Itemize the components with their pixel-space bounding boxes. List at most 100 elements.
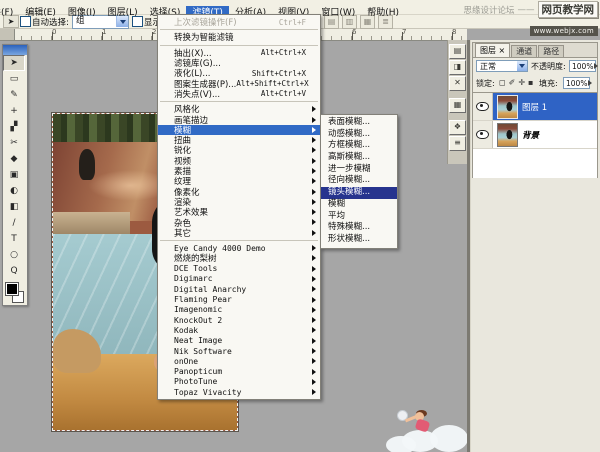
- filter-menu-item-label: Flaming Pear: [174, 295, 232, 304]
- menu-separator: [160, 29, 318, 30]
- panel-tab-2[interactable]: 通道: [511, 45, 537, 57]
- filter-menu-item-shortcut: Alt+Ctrl+V: [261, 89, 314, 98]
- filter-menu-item[interactable]: onOne: [158, 356, 320, 366]
- site-branding: 思缘设计论坛 —— 网页教学网 www.webjx.com: [463, 1, 598, 37]
- lasso-tool[interactable]: ✎: [3, 87, 25, 103]
- submenu-arrow-icon: [312, 348, 316, 354]
- filter-menu-item-shortcut: Alt+Ctrl+X: [261, 48, 314, 57]
- dropdown-arrow-icon[interactable]: [517, 61, 527, 71]
- submenu-arrow-icon: [312, 379, 316, 385]
- filter-menu-item[interactable]: Neat Image: [158, 336, 320, 346]
- dock-panel-button-1[interactable]: ▤: [449, 44, 466, 59]
- menu-item-1[interactable]: 文件(F): [0, 6, 19, 20]
- filter-menu-item[interactable]: Flaming Pear: [158, 294, 320, 304]
- blur-submenu-item[interactable]: 形状模糊...: [321, 234, 397, 246]
- filter-menu-item[interactable]: DCE Tools: [158, 264, 320, 274]
- blur-submenu-item[interactable]: 特殊模糊...: [321, 222, 397, 234]
- dock-panel-button-3[interactable]: ✕: [449, 76, 466, 91]
- filter-menu-item[interactable]: 消失点(V)...Alt+Ctrl+V: [158, 89, 320, 99]
- foreground-color-swatch[interactable]: [6, 283, 18, 295]
- filter-menu-item[interactable]: 上次滤镜操作(F)Ctrl+F: [158, 17, 320, 27]
- ruler-number: 7: [402, 28, 406, 36]
- menu-item-4[interactable]: 图层(L): [102, 6, 144, 20]
- panel-tab-3[interactable]: 路径: [538, 45, 564, 57]
- blend-mode-row: 正常 不透明度: 100%: [473, 58, 597, 75]
- layers-panel: 图层 ×通道路径 正常 不透明度: 100% 锁定: ◻✐✛▪ 填充: 100%…: [472, 42, 598, 178]
- blur-submenu-item[interactable]: 表面模糊...: [321, 117, 397, 129]
- filter-menu-item[interactable]: 其它: [158, 228, 320, 238]
- opacity-input[interactable]: 100%: [569, 60, 596, 72]
- blur-submenu-item[interactable]: 径向模糊...: [321, 175, 397, 187]
- submenu-arrow-icon: [312, 369, 316, 375]
- filter-menu-item[interactable]: KnockOut 2: [158, 315, 320, 325]
- layer-thumbnail[interactable]: [497, 95, 518, 119]
- toolbox-grip[interactable]: [3, 45, 27, 55]
- healing-brush-tool[interactable]: ◆: [3, 151, 25, 167]
- submenu-arrow-icon: [312, 106, 316, 112]
- layer-row[interactable]: 图层 1: [473, 93, 597, 121]
- zoom-tool[interactable]: Q: [3, 263, 25, 279]
- blur-submenu-item[interactable]: 镜头模糊...: [321, 187, 397, 199]
- menu-item-3[interactable]: 图像(I): [62, 6, 102, 20]
- move-tool[interactable]: ➤: [3, 55, 25, 71]
- menu-item-9[interactable]: 窗口(W): [315, 6, 361, 20]
- blur-submenu-item[interactable]: 动感模糊...: [321, 129, 397, 141]
- fill-input[interactable]: 100%: [563, 77, 590, 89]
- submenu-arrow-icon: [312, 286, 316, 292]
- magic-wand-tool[interactable]: +: [3, 103, 25, 119]
- blur-submenu-item[interactable]: 方框模糊...: [321, 140, 397, 152]
- filter-menu-item[interactable]: Nik Software: [158, 346, 320, 356]
- eye-icon[interactable]: [476, 102, 489, 111]
- blur-submenu-item[interactable]: 平均: [321, 211, 397, 223]
- filter-menu-item[interactable]: Kodak: [158, 325, 320, 335]
- filter-menu-item[interactable]: 燃烧的梨树: [158, 253, 320, 263]
- blend-mode-select[interactable]: 正常: [476, 60, 528, 72]
- filter-menu-item[interactable]: 转换为智能滤镜: [158, 32, 320, 42]
- lock-icon[interactable]: ◻: [499, 77, 506, 89]
- panel-tab-1[interactable]: 图层 ×: [475, 43, 510, 57]
- filter-menu-item[interactable]: Imagenomic: [158, 305, 320, 315]
- filter-menu-item[interactable]: Digital Anarchy: [158, 284, 320, 294]
- menu-item-10[interactable]: 帮助(H): [361, 6, 405, 20]
- dock-panel-button-4[interactable]: ▦: [449, 98, 466, 113]
- eraser-tool[interactable]: ◧: [3, 199, 25, 215]
- eyedropper-tool[interactable]: ○: [3, 247, 25, 263]
- blur-submenu-item[interactable]: 模糊: [321, 199, 397, 211]
- filter-menu-item[interactable]: Digimarc: [158, 274, 320, 284]
- ruler-origin-box[interactable]: [0, 28, 15, 40]
- layer-visibility-cell[interactable]: [473, 93, 493, 120]
- layer-thumbnail[interactable]: [497, 123, 518, 147]
- site-url: www.webjx.com: [530, 26, 598, 36]
- dock-panel-button-6[interactable]: ≡: [449, 136, 466, 151]
- blur-submenu-item[interactable]: 高斯模糊...: [321, 152, 397, 164]
- slice-tool[interactable]: ✂: [3, 135, 25, 151]
- ruler-number: 0: [52, 28, 56, 36]
- submenu-arrow-icon: [312, 338, 316, 344]
- filter-menu-item-label: Panopticum: [174, 367, 222, 376]
- layer-name: 图层 1: [522, 101, 547, 113]
- filter-menu-item-label: onOne: [174, 357, 198, 366]
- marquee-tool[interactable]: ▭: [3, 71, 25, 87]
- dock-panel-button-2[interactable]: ◨: [449, 60, 466, 75]
- panel-dock-strip: ▤◨✕ ▦ ❖≡: [447, 40, 467, 164]
- blur-submenu-item[interactable]: 进一步模糊: [321, 164, 397, 176]
- menu-item-2[interactable]: 编辑(E): [19, 6, 62, 20]
- layer-visibility-cell[interactable]: [473, 121, 493, 148]
- fill-value: 100%: [566, 78, 587, 89]
- clone-stamp-tool[interactable]: ◐: [3, 183, 25, 199]
- type-tool[interactable]: T: [3, 231, 25, 247]
- crop-tool[interactable]: ▞: [3, 119, 25, 135]
- layer-row[interactable]: 背景: [473, 121, 597, 149]
- brush-tool[interactable]: ▣: [3, 167, 25, 183]
- lock-icon[interactable]: ✛: [518, 77, 525, 89]
- gradient-tool[interactable]: /: [3, 215, 25, 231]
- filter-menu-item[interactable]: Topaz Vivacity: [158, 387, 320, 397]
- filter-menu-item-label: Nik Software: [174, 347, 232, 356]
- lock-icon[interactable]: ▪: [528, 77, 533, 89]
- eye-icon[interactable]: [476, 130, 489, 139]
- dock-panel-button-5[interactable]: ❖: [449, 120, 466, 135]
- filter-menu-item[interactable]: Panopticum: [158, 367, 320, 377]
- filter-menu-item[interactable]: PhotoTune: [158, 377, 320, 387]
- lock-icon[interactable]: ✐: [509, 77, 516, 89]
- submenu-arrow-icon: [312, 158, 316, 164]
